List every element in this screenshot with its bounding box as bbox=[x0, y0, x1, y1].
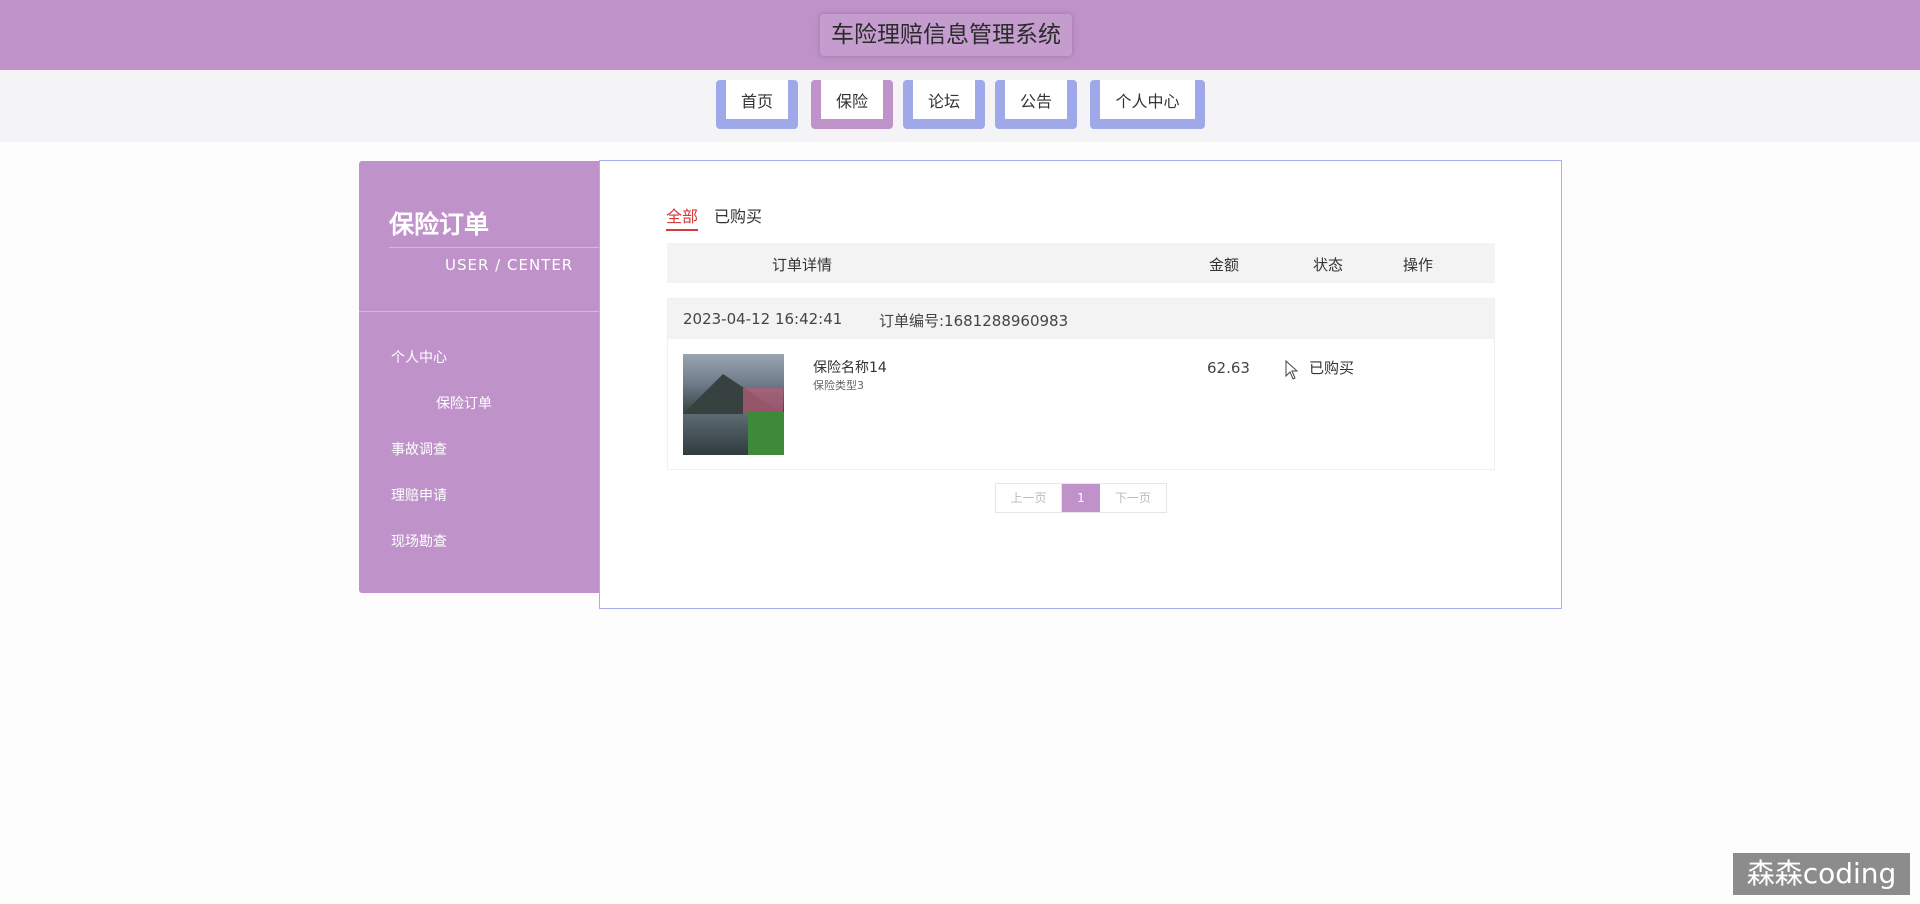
header-detail: 订单详情 bbox=[772, 256, 833, 274]
pagination: 上一页 1 下一页 bbox=[995, 483, 1167, 513]
top-header: 车险理赔信息管理系统 bbox=[0, 0, 1920, 70]
order-panel: 全部 已购买 订单详情 金额 状态 操作 2023-04-12 16:42:41… bbox=[599, 160, 1562, 609]
next-page-button[interactable]: 下一页 bbox=[1100, 484, 1166, 512]
nav-item-notice[interactable]: 公告 bbox=[995, 80, 1077, 129]
header-status: 状态 bbox=[1313, 256, 1344, 274]
order-status: 已购买 bbox=[1309, 359, 1355, 377]
order-number: 订单编号:1681288960983 bbox=[879, 312, 1069, 330]
sidebar-item-claim-application[interactable]: 理赔申请 bbox=[391, 485, 447, 505]
prev-page-button[interactable]: 上一页 bbox=[996, 484, 1062, 512]
nav-item-home[interactable]: 首页 bbox=[716, 80, 798, 129]
order-tabs: 全部 已购买 bbox=[666, 203, 762, 231]
table-header: 订单详情 金额 状态 操作 bbox=[667, 243, 1495, 283]
nav-item-personal-center[interactable]: 个人中心 bbox=[1090, 80, 1205, 129]
nav-item-label: 个人中心 bbox=[1100, 80, 1195, 119]
order-item: 2023-04-12 16:42:41 订单编号:1681288960983 保… bbox=[667, 298, 1495, 470]
page-number-button[interactable]: 1 bbox=[1062, 484, 1100, 512]
nav-item-forum[interactable]: 论坛 bbox=[903, 80, 985, 129]
main-nav: 首页 保险 论坛 公告 个人中心 bbox=[0, 70, 1920, 142]
sidebar-subtitle: USER / CENTER bbox=[445, 256, 574, 274]
sidebar-item-insurance-orders[interactable]: 保险订单 bbox=[436, 393, 492, 413]
product-thumbnail[interactable] bbox=[683, 354, 784, 455]
tab-purchased[interactable]: 已购买 bbox=[714, 203, 762, 231]
sidebar-divider bbox=[389, 247, 600, 248]
nav-item-label: 保险 bbox=[821, 80, 883, 119]
mouse-cursor-icon bbox=[1285, 360, 1299, 380]
sidebar-item-site-survey[interactable]: 现场勘查 bbox=[391, 531, 447, 551]
nav-item-label: 首页 bbox=[726, 80, 788, 119]
nav-item-insurance[interactable]: 保险 bbox=[811, 80, 893, 129]
product-type: 保险类型3 bbox=[813, 379, 864, 392]
watermark: 森森coding bbox=[1733, 853, 1910, 895]
nav-item-label: 公告 bbox=[1005, 80, 1067, 119]
order-time: 2023-04-12 16:42:41 bbox=[683, 310, 843, 328]
sidebar-divider bbox=[359, 311, 600, 312]
sidebar-item-personal-center[interactable]: 个人中心 bbox=[391, 347, 447, 367]
sidebar: 保险订单 USER / CENTER 个人中心 保险订单 事故调查 理赔申请 现… bbox=[359, 161, 600, 593]
product-name[interactable]: 保险名称14 bbox=[813, 357, 887, 377]
site-title: 车险理赔信息管理系统 bbox=[820, 14, 1072, 56]
tab-all[interactable]: 全部 bbox=[666, 203, 699, 231]
sidebar-item-accident-investigation[interactable]: 事故调查 bbox=[391, 439, 447, 459]
order-header: 2023-04-12 16:42:41 订单编号:1681288960983 bbox=[668, 299, 1494, 339]
header-action: 操作 bbox=[1403, 256, 1434, 274]
sidebar-title: 保险订单 bbox=[389, 210, 490, 239]
nav-item-label: 论坛 bbox=[913, 80, 975, 119]
order-amount: 62.63 bbox=[1207, 359, 1250, 377]
header-amount: 金额 bbox=[1209, 256, 1240, 274]
